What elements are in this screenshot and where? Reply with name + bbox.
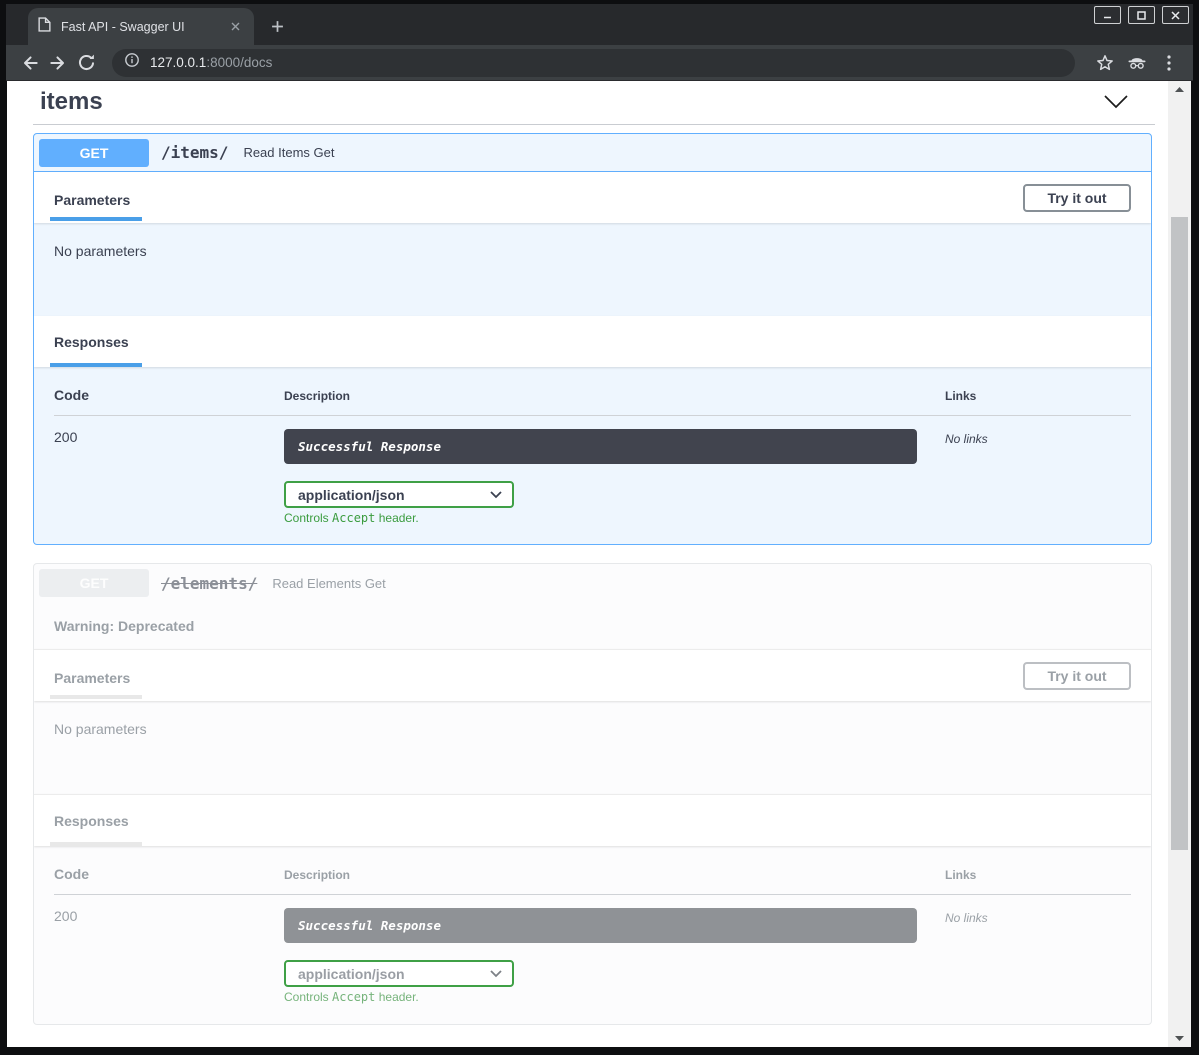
- browser-toolbar: 127.0.0.1:8000/docs: [6, 45, 1193, 81]
- controls-accept-note: Controls Accept header.: [284, 990, 945, 1004]
- code-column-header: Code: [54, 866, 284, 882]
- operation-path: /items/: [161, 143, 228, 162]
- operation-path: /elements/: [161, 574, 257, 593]
- reload-button-icon[interactable]: [72, 49, 100, 77]
- browser-menu-icon[interactable]: [1155, 49, 1183, 77]
- responses-table-header: Code Description Links: [54, 866, 1131, 895]
- responses-header: Responses: [34, 794, 1151, 846]
- tab-strip: Fast API - Swagger UI: [6, 4, 1193, 45]
- operation-summary: Read Elements Get: [272, 576, 385, 591]
- page-viewport: items GET /items/ Read Items Get Paramet…: [7, 81, 1191, 1047]
- browser-tab[interactable]: Fast API - Swagger UI: [28, 8, 254, 45]
- opblock-get-elements-deprecated: GET /elements/ Read Elements Get Warning…: [33, 563, 1152, 1025]
- no-parameters-text: No parameters: [54, 243, 147, 259]
- parameters-header: Parameters Try it out: [34, 172, 1151, 223]
- parameters-header: Parameters Try it out: [34, 649, 1151, 701]
- chevron-down-icon: [490, 970, 502, 978]
- method-badge: GET: [39, 569, 149, 597]
- parameters-body: No parameters: [34, 223, 1151, 316]
- responses-body: Code Description Links 200 Successful Re…: [34, 846, 1151, 1025]
- response-links: No links: [945, 429, 1131, 525]
- scrollbar-down-arrow-icon[interactable]: [1168, 1036, 1191, 1042]
- response-row-200: 200 Successful Response application/json…: [54, 416, 1131, 525]
- window-controls: [1094, 6, 1189, 24]
- no-parameters-text: No parameters: [54, 721, 147, 737]
- url-text: 127.0.0.1:8000/docs: [150, 55, 272, 70]
- response-description-box: Successful Response: [284, 429, 917, 464]
- responses-header: Responses: [34, 316, 1151, 367]
- responses-label: Responses: [54, 796, 129, 846]
- method-badge: GET: [39, 139, 149, 167]
- chevron-down-icon: [490, 491, 502, 499]
- response-code: 200: [54, 908, 284, 1004]
- responses-label: Responses: [54, 317, 129, 367]
- try-it-out-button[interactable]: Try it out: [1023, 662, 1131, 690]
- site-info-icon[interactable]: [124, 52, 140, 73]
- window-minimize-button[interactable]: [1094, 6, 1121, 24]
- media-type-select[interactable]: application/json: [284, 481, 514, 508]
- incognito-icon[interactable]: [1123, 49, 1151, 77]
- controls-accept-note: Controls Accept header.: [284, 511, 945, 525]
- section-collapse-chevron-icon[interactable]: [1103, 94, 1129, 114]
- parameters-body: No parameters: [34, 701, 1151, 794]
- opblock-get-items: GET /items/ Read Items Get Parameters Tr…: [33, 133, 1152, 545]
- new-tab-button[interactable]: [264, 13, 290, 39]
- scrollbar-up-arrow-icon[interactable]: [1168, 86, 1191, 92]
- response-row-200: 200 Successful Response application/json…: [54, 895, 1131, 1004]
- code-column-header: Code: [54, 387, 284, 403]
- back-button-icon[interactable]: [16, 49, 44, 77]
- section-divider: [33, 124, 1155, 125]
- responses-body: Code Description Links 200 Successful Re…: [34, 367, 1151, 545]
- tab-title: Fast API - Swagger UI: [61, 20, 226, 34]
- window-close-button[interactable]: [1162, 6, 1189, 24]
- opblock-summary[interactable]: GET /elements/ Read Elements Get: [34, 564, 1151, 602]
- forward-button-icon[interactable]: [44, 49, 72, 77]
- description-column-header: Description: [284, 389, 945, 403]
- page-scrollbar[interactable]: [1168, 81, 1191, 1047]
- operation-summary: Read Items Get: [243, 145, 334, 160]
- bookmark-star-icon[interactable]: [1091, 49, 1119, 77]
- deprecated-warning: Warning: Deprecated: [34, 602, 1151, 649]
- links-column-header: Links: [945, 868, 1131, 882]
- url-bar[interactable]: 127.0.0.1:8000/docs: [112, 49, 1075, 77]
- window-maximize-button[interactable]: [1128, 6, 1155, 24]
- parameters-tab: Parameters: [54, 175, 130, 221]
- page-favicon-icon: [38, 17, 51, 37]
- browser-window: Fast API - Swagger UI: [0, 0, 1199, 1055]
- response-code: 200: [54, 429, 284, 525]
- responses-table-header: Code Description Links: [54, 387, 1131, 416]
- response-links: No links: [945, 908, 1131, 1004]
- section-title: items: [40, 88, 103, 116]
- opblock-summary[interactable]: GET /items/ Read Items Get: [34, 134, 1151, 172]
- parameters-tab: Parameters: [54, 653, 130, 699]
- swagger-content: items GET /items/ Read Items Get Paramet…: [7, 81, 1168, 1047]
- links-column-header: Links: [945, 389, 1131, 403]
- description-column-header: Description: [284, 868, 945, 882]
- scrollbar-thumb[interactable]: [1171, 217, 1188, 850]
- try-it-out-button[interactable]: Try it out: [1023, 184, 1131, 212]
- media-type-select[interactable]: application/json: [284, 960, 514, 987]
- tab-close-icon[interactable]: [226, 18, 244, 36]
- response-description-box: Successful Response: [284, 908, 917, 943]
